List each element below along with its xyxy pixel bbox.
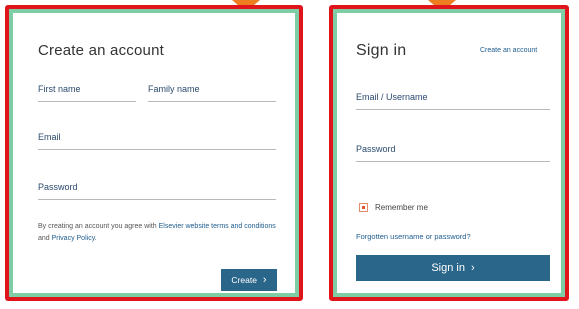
terms-text: By creating an account you agree with El… xyxy=(38,221,278,245)
remember-me-label: Remember me xyxy=(375,203,428,212)
checkmark-icon xyxy=(362,206,365,209)
email-label: Email xyxy=(38,132,61,142)
terms-prefix: By creating an account you agree with xyxy=(38,223,159,230)
password-field[interactable] xyxy=(38,199,276,200)
sign-in-card: Sign in Create an account Email / Userna… xyxy=(337,13,561,293)
remember-me-checkbox[interactable] xyxy=(359,203,368,212)
email-field[interactable] xyxy=(38,149,276,150)
terms-suffix: . xyxy=(94,235,97,242)
family-name-label: Family name xyxy=(148,84,200,94)
password-label: Password xyxy=(38,182,78,192)
create-account-card: Create an account First name Family name… xyxy=(13,13,295,293)
email-username-field[interactable] xyxy=(356,109,550,110)
create-button[interactable]: Create › xyxy=(221,269,277,291)
create-account-link[interactable]: Create an account xyxy=(480,47,537,54)
password-field[interactable] xyxy=(356,161,550,162)
terms-link[interactable]: Elsevier website terms and conditions xyxy=(159,223,276,230)
family-name-field[interactable] xyxy=(148,101,276,102)
email-username-label: Email / Username xyxy=(356,92,428,102)
chevron-right-icon: › xyxy=(262,274,267,286)
sign-in-title: Sign in xyxy=(356,42,407,59)
chevron-right-icon: › xyxy=(470,262,475,274)
sign-in-button[interactable]: Sign in › xyxy=(356,255,550,281)
create-account-panel: Create an account First name Family name… xyxy=(5,5,303,301)
create-account-title: Create an account xyxy=(38,42,164,59)
create-button-label: Create xyxy=(231,275,257,285)
first-name-label: First name xyxy=(38,84,81,94)
privacy-policy-link[interactable]: Privacy Policy xyxy=(52,235,95,242)
terms-middle: and xyxy=(38,235,52,242)
sign-in-button-label: Sign in xyxy=(431,262,465,274)
password-label: Password xyxy=(356,144,396,154)
first-name-field[interactable] xyxy=(38,101,136,102)
sign-in-panel: Sign in Create an account Email / Userna… xyxy=(329,5,569,301)
forgot-password-link[interactable]: Forgotten username or password? xyxy=(356,232,471,241)
